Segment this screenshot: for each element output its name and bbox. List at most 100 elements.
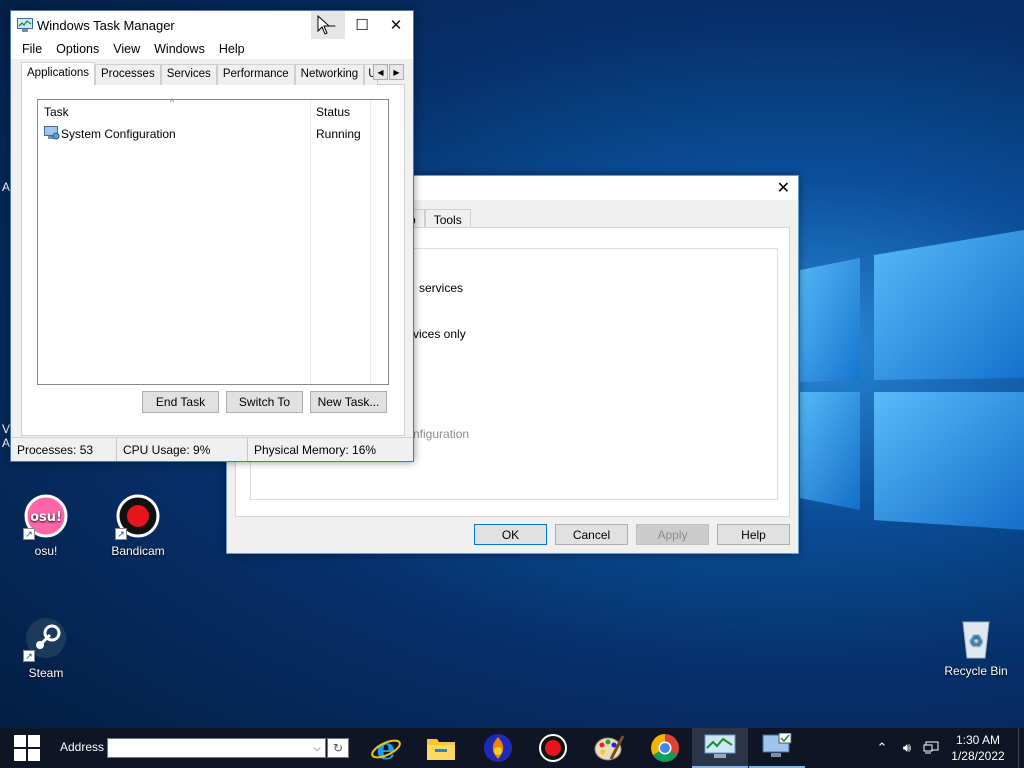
- windows-logo-icon: [14, 735, 40, 761]
- tab-scroll-right-button[interactable]: ▶: [389, 64, 404, 80]
- tab-scroll-left-button[interactable]: ◀: [373, 64, 388, 80]
- volume-button[interactable]: 🔊︎: [896, 728, 918, 768]
- taskbar-app-chrome[interactable]: [637, 728, 693, 768]
- desktop-icon-label: Steam: [28, 666, 64, 680]
- desktop-icon-steam[interactable]: ↗ Steam: [6, 616, 86, 680]
- recycle-bin-icon: ♻: [953, 614, 999, 660]
- internet-explorer-icon: e: [371, 732, 401, 764]
- menu-view[interactable]: View: [106, 42, 147, 56]
- tab-applications[interactable]: Applications: [21, 62, 96, 85]
- menu-file[interactable]: File: [15, 42, 49, 56]
- tm-tab-strip: Applications Processes Services Performa…: [21, 62, 379, 85]
- system-clock[interactable]: 1:30 AM 1/28/2022: [944, 732, 1012, 764]
- sc-option-label[interactable]: vices only: [413, 327, 466, 341]
- svg-text:e: e: [376, 732, 395, 764]
- taskbar-app-orange[interactable]: [470, 728, 526, 768]
- sort-up-icon: ^: [170, 97, 175, 107]
- maximize-button[interactable]: ☐: [345, 11, 379, 39]
- column-header-task[interactable]: Task: [44, 105, 69, 119]
- sc-option-label: nfiguration: [413, 427, 470, 441]
- desktop-icon-recycle-bin[interactable]: ♻ Recycle Bin: [936, 614, 1016, 678]
- taskbar-app-file-explorer[interactable]: [413, 728, 469, 768]
- window-title: Windows Task Manager: [37, 17, 175, 33]
- end-task-button[interactable]: End Task: [142, 391, 219, 413]
- taskbar-app-internet-explorer[interactable]: e: [358, 728, 414, 768]
- bandicam-icon: ↗: [115, 494, 161, 540]
- show-hidden-icons-button[interactable]: ⌃: [872, 728, 892, 768]
- system-configuration-icon: [762, 733, 792, 757]
- address-input[interactable]: [107, 738, 326, 758]
- menu-bar: File Options View Windows Help: [11, 39, 413, 59]
- desktop-edge-label: V: [2, 422, 11, 436]
- ok-button[interactable]: OK: [474, 524, 547, 545]
- taskbar-app-paint[interactable]: [581, 728, 637, 768]
- chevron-down-icon[interactable]: ⌵: [308, 738, 326, 758]
- palette-icon: [594, 735, 625, 761]
- record-icon: [539, 734, 567, 762]
- osu-icon: osu! ↗: [23, 494, 69, 540]
- desktop-icon-bandicam[interactable]: ↗ Bandicam: [98, 494, 178, 558]
- desktop-icon-label: Bandicam: [111, 544, 165, 558]
- desktop-icon-osu[interactable]: osu! ↗ osu!: [6, 494, 86, 558]
- shortcut-arrow-icon: ↗: [115, 528, 127, 540]
- svg-text:osu!: osu!: [30, 510, 62, 525]
- clock-time: 1:30 AM: [955, 733, 1001, 747]
- task-manager-window[interactable]: Windows Task Manager — ☐ ✕ File Options …: [10, 10, 414, 462]
- desktop-edge-label: A: [2, 436, 11, 450]
- tab-processes[interactable]: Processes: [95, 64, 161, 85]
- speaker-icon: 🔊︎: [902, 740, 912, 755]
- tm-title-bar[interactable]: Windows Task Manager — ☐ ✕: [11, 11, 413, 39]
- task-list-header: ^ Task Status: [38, 97, 370, 122]
- taskbar-app-system-configuration[interactable]: [749, 728, 805, 768]
- shortcut-arrow-icon: ↗: [23, 650, 35, 662]
- sc-option-label[interactable]: services: [419, 281, 463, 295]
- menu-options[interactable]: Options: [49, 42, 106, 56]
- table-row[interactable]: System Configuration Running: [42, 126, 372, 144]
- help-button[interactable]: Help: [717, 524, 790, 545]
- cancel-button[interactable]: Cancel: [555, 524, 628, 545]
- status-cpu-usage: CPU Usage: 9%: [117, 438, 248, 461]
- tab-performance[interactable]: Performance: [216, 64, 295, 85]
- taskbar: Address ⌵ ↻ e ⌃ 🔊︎ 1:30 AM 1/28/2022: [0, 728, 1024, 768]
- steam-icon: ↗: [23, 616, 69, 662]
- desktop-icon-label: Recycle Bin: [944, 664, 1008, 678]
- close-icon[interactable]: ✕: [777, 178, 790, 198]
- system-configuration-icon: [44, 126, 60, 140]
- desktop-edge-label: A: [2, 180, 11, 194]
- task-status: Running: [316, 127, 361, 141]
- task-manager-icon: [17, 18, 33, 32]
- tab-tools[interactable]: Tools: [424, 209, 471, 227]
- mouse-cursor-icon: [317, 15, 331, 35]
- status-bar: Processes: 53 CPU Usage: 9% Physical Mem…: [11, 437, 413, 461]
- svg-text:♻: ♻: [969, 631, 983, 650]
- column-header-status[interactable]: Status: [316, 105, 350, 119]
- task-manager-icon: [704, 734, 736, 758]
- tab-networking[interactable]: Networking: [294, 64, 365, 85]
- desktop-icon-label: osu!: [34, 544, 58, 558]
- network-icon: [923, 741, 939, 754]
- taskbar-app-task-manager[interactable]: [692, 728, 748, 768]
- new-task-button[interactable]: New Task...: [310, 391, 387, 413]
- clock-date: 1/28/2022: [951, 749, 1005, 763]
- apply-button[interactable]: Apply: [636, 524, 709, 545]
- task-list[interactable]: ^ Task Status System Configuration Runni…: [37, 97, 389, 385]
- refresh-icon[interactable]: ↻: [327, 738, 349, 758]
- network-button[interactable]: [920, 728, 942, 768]
- task-name: System Configuration: [61, 127, 176, 141]
- start-button[interactable]: [0, 728, 54, 768]
- status-physical-memory: Physical Memory: 16%: [254, 443, 377, 457]
- taskbar-app-bandicam[interactable]: [525, 728, 581, 768]
- chrome-icon: [651, 734, 679, 762]
- status-processes: Processes: 53: [11, 438, 117, 461]
- chevron-up-icon: ⌃: [876, 740, 888, 755]
- show-desktop-button[interactable]: [1018, 728, 1024, 768]
- close-button[interactable]: ✕: [379, 11, 413, 39]
- menu-windows[interactable]: Windows: [147, 42, 212, 56]
- switch-to-button[interactable]: Switch To: [226, 391, 303, 413]
- address-toolbar-label: Address: [60, 740, 105, 754]
- flame-app-icon: [484, 734, 512, 762]
- shortcut-arrow-icon: ↗: [23, 528, 35, 540]
- folder-icon: [427, 739, 455, 760]
- tab-services[interactable]: Services: [160, 64, 217, 85]
- menu-help[interactable]: Help: [212, 42, 252, 56]
